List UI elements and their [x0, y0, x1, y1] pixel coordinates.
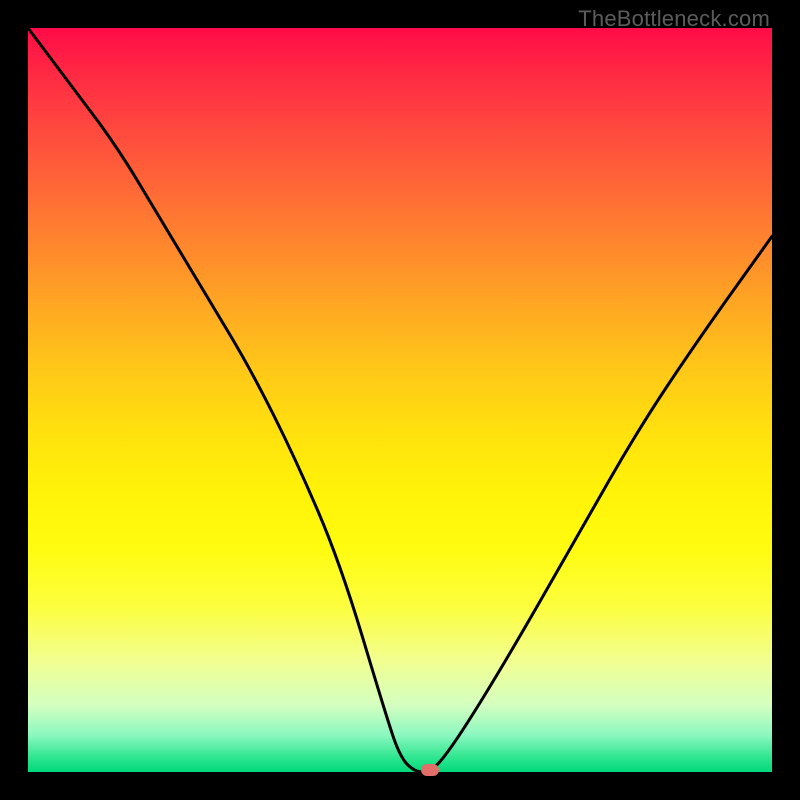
- chart-frame: TheBottleneck.com: [0, 0, 800, 800]
- plot-area: [28, 28, 772, 772]
- curve-svg: [28, 28, 772, 772]
- optimal-point-marker: [421, 764, 439, 776]
- bottleneck-curve: [28, 28, 772, 772]
